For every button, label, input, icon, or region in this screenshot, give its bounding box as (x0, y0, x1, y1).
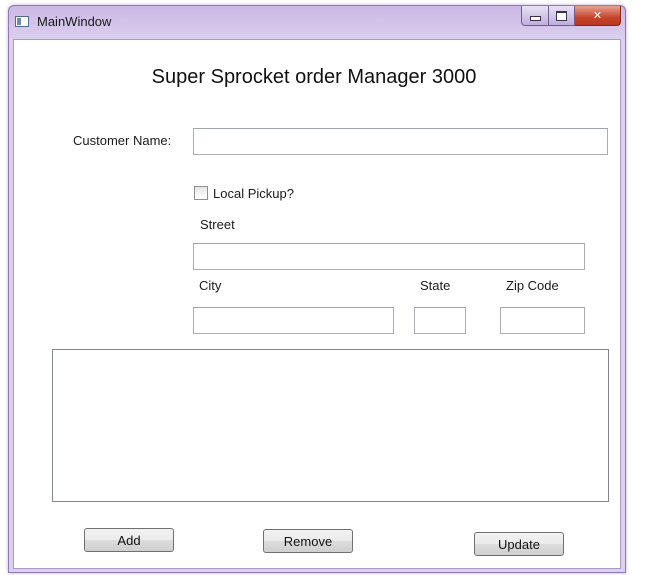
page-title: Super Sprocket order Manager 3000 (151, 66, 477, 88)
close-button[interactable]: ✕ (575, 6, 621, 26)
update-button[interactable]: Update (474, 532, 564, 556)
zip-code-input[interactable] (500, 307, 585, 334)
maximize-button[interactable] (549, 6, 575, 26)
city-input[interactable] (193, 307, 394, 334)
local-pickup-label[interactable]: Local Pickup? (213, 186, 294, 201)
street-label: Street (200, 217, 235, 232)
maximize-icon (556, 10, 567, 21)
minimize-icon (529, 16, 541, 21)
title-bar[interactable]: MainWindow ✕ (9, 6, 625, 38)
orders-list[interactable] (52, 349, 609, 502)
city-label: City (199, 278, 222, 293)
zip-code-label: Zip Code (506, 278, 559, 293)
window-title: MainWindow (37, 14, 112, 29)
remove-button[interactable]: Remove (263, 529, 353, 553)
local-pickup-checkbox[interactable] (194, 186, 208, 200)
close-icon: ✕ (592, 10, 603, 22)
window-icon[interactable] (15, 16, 29, 27)
add-button[interactable]: Add (84, 528, 174, 552)
street-input[interactable] (193, 243, 585, 270)
customer-name-label: Customer Name: (73, 133, 172, 148)
main-window: MainWindow ✕ Super Sprocket order Manage… (8, 5, 626, 573)
minimize-button[interactable] (521, 6, 549, 26)
state-input[interactable] (414, 307, 466, 334)
state-label: State (420, 278, 451, 293)
client-area: Super Sprocket order Manager 3000 Custom… (13, 39, 621, 569)
caption-buttons: ✕ (521, 6, 621, 28)
customer-name-input[interactable] (193, 128, 608, 155)
